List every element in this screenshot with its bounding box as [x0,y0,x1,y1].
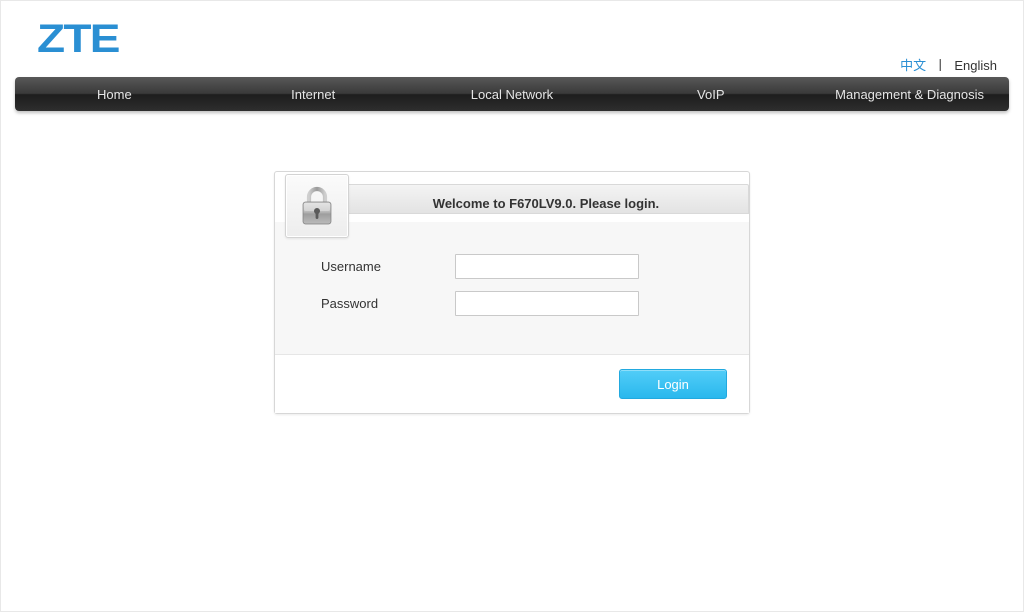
logo: ZTE [37,17,119,62]
login-button[interactable]: Login [619,369,727,399]
lang-separator: 丨 [934,58,947,73]
username-input[interactable] [455,254,639,279]
login-card: Welcome to F670LV9.0. Please login. User… [274,171,750,414]
lang-english-link[interactable]: English [954,58,997,73]
nav-internet[interactable]: Internet [214,87,413,102]
login-footer: Login [275,354,749,413]
navbar: Home Internet Local Network VoIP Managem… [15,77,1009,111]
username-label: Username [275,259,455,274]
lang-chinese-link[interactable]: 中文 [900,58,926,73]
nav-local-network[interactable]: Local Network [413,87,612,102]
header: ZTE 中文 丨 English [1,1,1023,77]
nav-voip[interactable]: VoIP [611,87,810,102]
login-title: Welcome to F670LV9.0. Please login. [363,196,749,211]
nav-home[interactable]: Home [15,87,214,102]
nav-management-diagnosis[interactable]: Management & Diagnosis [810,87,1009,102]
password-input[interactable] [455,291,639,316]
password-label: Password [275,296,455,311]
lock-icon [285,174,349,238]
login-header: Welcome to F670LV9.0. Please login. [275,172,749,222]
language-switcher: 中文 丨 English [900,55,997,74]
password-row: Password [275,291,749,316]
username-row: Username [275,254,749,279]
login-form: Username Password [275,222,749,354]
